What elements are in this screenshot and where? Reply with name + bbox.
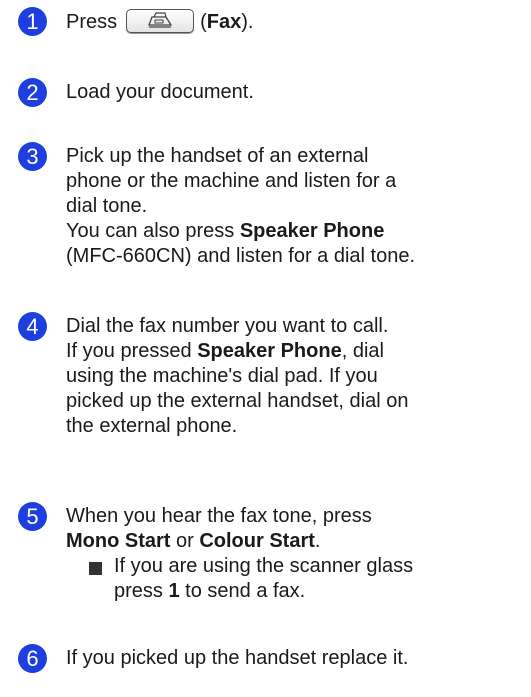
fax-key-label: Fax: [206, 11, 242, 33]
mono-start-key: Mono Start: [66, 530, 171, 552]
step-text: Dial the fax number you want to call. If…: [66, 315, 409, 437]
step-number: 5: [18, 502, 47, 531]
speaker-phone-key: Speaker Phone: [239, 220, 385, 242]
step-number: 4: [18, 312, 47, 341]
square-bullet-icon: [89, 562, 102, 575]
speaker-phone-key: Speaker Phone: [197, 340, 342, 362]
step-text: When you hear the fax tone, press Mono S…: [66, 505, 372, 552]
key-1: 1: [168, 580, 180, 602]
step-text: Pick up the handset of an external phone…: [66, 145, 416, 267]
step-text: Press (Fax).: [66, 9, 254, 33]
step-text: Load your document.: [66, 81, 254, 103]
colour-start-key: Colour Start: [199, 530, 315, 552]
step-text: If you picked up the handset replace it.: [66, 647, 409, 669]
instruction-page: 1 Press (Fax). 2 Load your document. 3 Pi…: [0, 0, 531, 697]
fax-icon: [148, 12, 173, 28]
step-number: 2: [18, 78, 47, 107]
fax-key: [126, 9, 195, 33]
step-substep: If you are using the scanner glass press…: [114, 555, 414, 602]
step-number: 1: [18, 7, 47, 36]
step-text-press: Press: [66, 11, 118, 33]
step-number: 6: [18, 644, 47, 673]
step-number: 3: [18, 142, 47, 171]
